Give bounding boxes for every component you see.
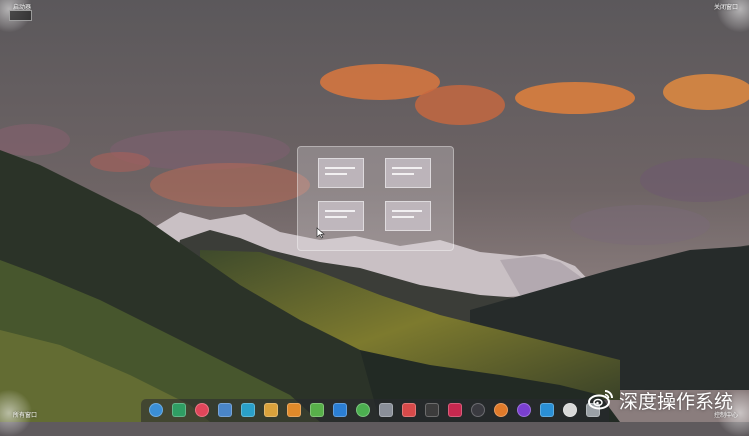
- weibo-logo-icon: [588, 390, 613, 410]
- presentation-icon[interactable]: [402, 403, 416, 417]
- chrome-icon[interactable]: [356, 403, 370, 417]
- text-editor-icon[interactable]: [310, 403, 324, 417]
- mouse-cursor-icon: [316, 227, 325, 239]
- shop-icon[interactable]: [287, 403, 301, 417]
- power-icon[interactable]: [517, 403, 531, 417]
- store-icon[interactable]: [241, 403, 255, 417]
- workspace-2[interactable]: [385, 158, 431, 188]
- terminal-icon[interactable]: [172, 403, 186, 417]
- system-monitor-icon[interactable]: [471, 403, 485, 417]
- music-icon[interactable]: [195, 403, 209, 417]
- archive-icon[interactable]: [264, 403, 278, 417]
- editor-icon[interactable]: [333, 403, 347, 417]
- files-icon[interactable]: [218, 403, 232, 417]
- workspace-1[interactable]: [318, 158, 364, 188]
- dock: [141, 399, 609, 422]
- camera-icon[interactable]: [540, 403, 554, 417]
- bottom-left-corner-label: 所有窗口: [13, 412, 38, 419]
- notes-icon[interactable]: [563, 403, 577, 417]
- watermark-text: 深度操作系统: [619, 391, 734, 413]
- settings-gear-icon[interactable]: [379, 403, 393, 417]
- workspace-4[interactable]: [385, 201, 431, 231]
- top-right-corner-label: 关闭窗口: [714, 4, 739, 11]
- code-icon[interactable]: [425, 403, 439, 417]
- launcher-thumbnail: [9, 10, 32, 21]
- launcher-icon[interactable]: [149, 403, 163, 417]
- backup-icon[interactable]: [494, 403, 508, 417]
- screenshot-icon[interactable]: [448, 403, 462, 417]
